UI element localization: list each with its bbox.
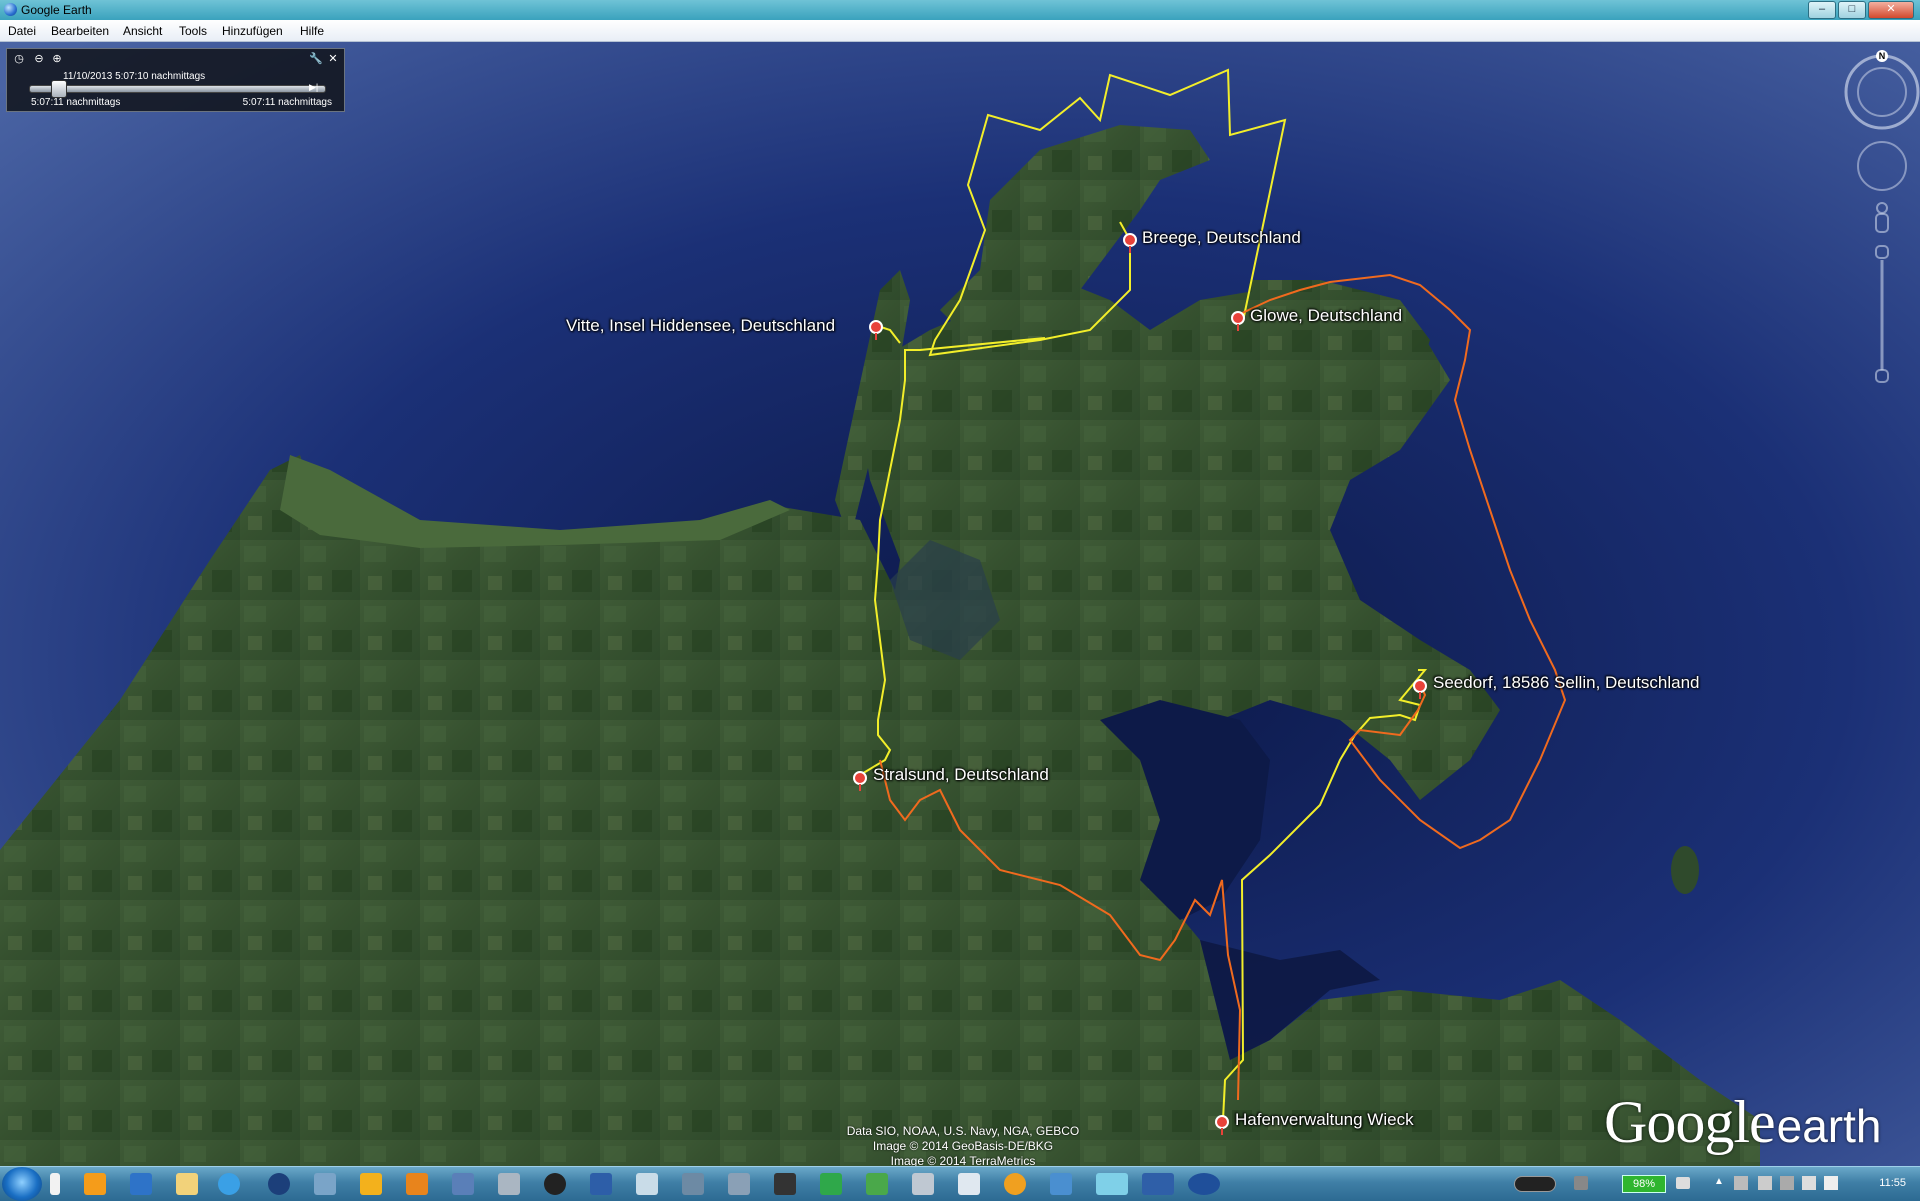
app-icon-21[interactable] — [1004, 1173, 1026, 1195]
app-icon-18[interactable] — [866, 1173, 888, 1195]
earth-map-view[interactable] — [0, 42, 1920, 1166]
tray-flag-icon[interactable] — [1734, 1176, 1748, 1190]
navigation-controls: N — [1820, 48, 1920, 388]
app-icon-22[interactable] — [1050, 1173, 1072, 1195]
menu-ansicht[interactable]: Ansicht — [123, 24, 162, 38]
tray-icon-6[interactable] — [1780, 1176, 1794, 1190]
placemark-label-vitte[interactable]: Vitte, Insel Hiddensee, Deutschland — [566, 316, 835, 336]
compass-north-marker[interactable]: N — [1876, 50, 1888, 62]
tray-signal-icon[interactable] — [1802, 1176, 1816, 1190]
app-icon-5[interactable] — [268, 1173, 290, 1195]
copyright-line-2: Image © 2014 GeoBasis-DE/BKG — [872, 1139, 1054, 1153]
menu-bearbeiten[interactable]: Bearbeiten — [51, 24, 109, 38]
app-icon-19[interactable] — [912, 1173, 934, 1195]
logo-earth-text: earth — [1776, 1100, 1882, 1152]
move-joystick[interactable] — [1857, 141, 1907, 191]
wrench-icon[interactable]: 🔧 — [309, 53, 323, 65]
maximize-button[interactable]: □ — [1838, 1, 1866, 19]
placemark-label-breege[interactable]: Breege, Deutschland — [1142, 228, 1301, 248]
app-icon-10[interactable] — [498, 1173, 520, 1195]
window-title: Google Earth — [21, 3, 92, 17]
placemark-label-glowe[interactable]: Glowe, Deutschland — [1250, 306, 1402, 326]
street-view-pegman-icon[interactable] — [1875, 202, 1889, 233]
app-icon-2[interactable] — [130, 1173, 152, 1195]
app-icon-8[interactable] — [406, 1173, 428, 1195]
step-forward-icon[interactable]: ▶| — [309, 82, 321, 94]
zoom-slider[interactable] — [1875, 245, 1889, 383]
explorer-icon[interactable] — [176, 1173, 198, 1195]
time-slider-panel: ◷ ⊖ ⊕ 🔧 ✕ 11/10/2013 5:07:10 nachmittags… — [6, 48, 345, 112]
internet-explorer-icon[interactable] — [218, 1173, 240, 1195]
menu-hilfe[interactable]: Hilfe — [300, 24, 324, 38]
app-icon-17[interactable] — [820, 1173, 842, 1195]
placemark-label-seedorf[interactable]: Seedorf, 18586 Sellin, Deutschland — [1433, 673, 1700, 693]
tray-pill-icon[interactable] — [1514, 1176, 1556, 1192]
tray-network-icon[interactable] — [1574, 1176, 1588, 1190]
compass-north-text: N — [1879, 51, 1886, 61]
menu-tools[interactable]: Tools — [179, 24, 207, 38]
time-slider-thumb[interactable] — [51, 80, 67, 98]
menu-datei[interactable]: Datei — [8, 24, 36, 38]
look-joystick[interactable] — [1844, 54, 1920, 130]
zoom-in-icon[interactable]: ⊕ — [51, 53, 63, 65]
app-icon-7[interactable] — [360, 1173, 382, 1195]
tray-icon-5[interactable] — [1758, 1176, 1772, 1190]
tray-expand-icon[interactable]: ▲ — [1714, 1176, 1724, 1187]
app-icon-16[interactable] — [774, 1173, 796, 1195]
imagery-copyright: Data SIO, NOAA, U.S. Navy, NGA, GEBCO Im… — [838, 1124, 1088, 1169]
end-time-label: 5:07:11 nachmittags — [242, 97, 332, 108]
close-icon[interactable]: ✕ — [327, 53, 339, 65]
google-earth-logo: Googleearth — [1604, 1088, 1882, 1157]
app-icon-15[interactable] — [728, 1173, 750, 1195]
close-window-button[interactable]: ✕ — [1868, 1, 1914, 19]
placemark-label-wieck[interactable]: Hafenverwaltung Wieck — [1235, 1110, 1414, 1130]
tray-volume-icon[interactable] — [1824, 1176, 1838, 1190]
app-icon-9[interactable] — [452, 1173, 474, 1195]
app-icon-14[interactable] — [682, 1173, 704, 1195]
google-earth-app-icon — [4, 3, 17, 16]
app-icon-23[interactable] — [1096, 1173, 1128, 1195]
taskbar-clock[interactable]: 11:55 — [1879, 1177, 1906, 1189]
tray-icon-3[interactable] — [1676, 1177, 1690, 1189]
app-icon-13[interactable] — [636, 1173, 658, 1195]
google-earth-taskbar-icon[interactable] — [1188, 1173, 1220, 1195]
windows-taskbar: 98% ▲ 11:55 — [0, 1166, 1920, 1201]
app-icon-6[interactable] — [314, 1173, 336, 1195]
show-desktop-icon[interactable] — [50, 1173, 60, 1195]
window-title-bar[interactable]: Google Earth – □ ✕ — [0, 0, 1920, 20]
zoom-out-icon[interactable]: ⊖ — [33, 53, 45, 65]
satellite-imagery[interactable] — [0, 42, 1920, 1166]
menu-hinzufuegen[interactable]: Hinzufügen — [222, 24, 283, 38]
time-slider-track[interactable] — [29, 85, 326, 93]
start-time-label: 5:07:11 nachmittags — [31, 97, 121, 108]
placemark-label-stralsund[interactable]: Stralsund, Deutschland — [873, 765, 1049, 785]
app-icon-20[interactable] — [958, 1173, 980, 1195]
copyright-line-1: Data SIO, NOAA, U.S. Navy, NGA, GEBCO — [846, 1124, 1080, 1138]
app-icon-11[interactable] — [544, 1173, 566, 1195]
system-tray: 98% ▲ 11:55 — [1510, 1167, 1920, 1201]
battery-indicator[interactable]: 98% — [1622, 1175, 1666, 1193]
app-icon-24[interactable] — [1142, 1173, 1174, 1195]
minimize-button[interactable]: – — [1808, 1, 1836, 19]
clock-icon[interactable]: ◷ — [13, 53, 25, 65]
current-time-label: 11/10/2013 5:07:10 nachmittags — [63, 71, 206, 82]
start-button[interactable] — [2, 1167, 42, 1201]
menu-bar: Datei Bearbeiten Ansicht Tools Hinzufüge… — [0, 20, 1920, 42]
media-player-icon[interactable] — [84, 1173, 106, 1195]
logo-google-text: Google — [1604, 1089, 1776, 1155]
app-icon-12[interactable] — [590, 1173, 612, 1195]
